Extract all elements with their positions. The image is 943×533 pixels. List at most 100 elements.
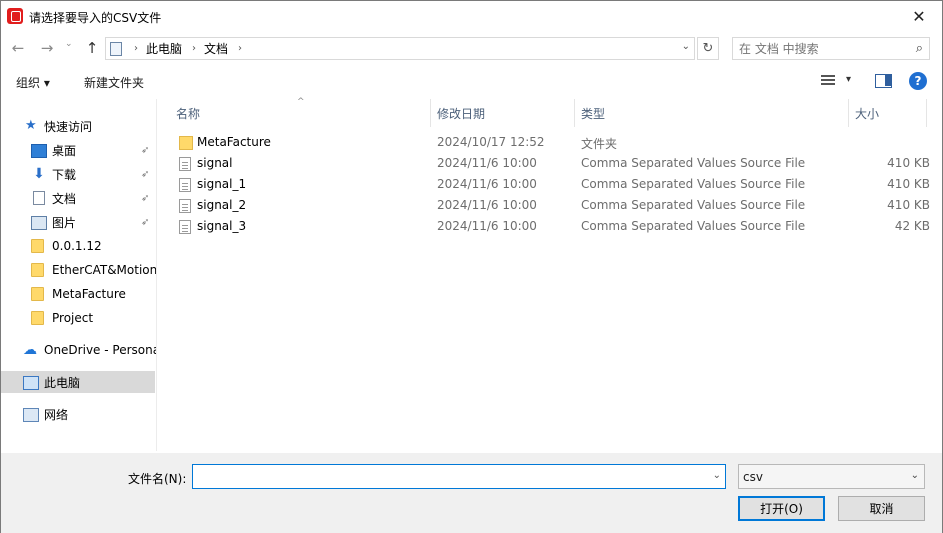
- address-row: ← → ⌄ ↑ › 此电脑 › 文档 › ⌄ ↻ ⌕: [1, 34, 942, 62]
- column-header-size[interactable]: 大小: [849, 99, 927, 127]
- address-dropdown-button[interactable]: ⌄: [682, 41, 690, 52]
- command-bar: 组织 ▾ 新建文件夹 ▾ ?: [1, 67, 942, 97]
- download-arrow-icon: ⬇: [33, 166, 45, 182]
- sidebar-item-folder[interactable]: Project: [1, 307, 155, 329]
- file-date: 2024/11/6 10:00: [437, 219, 537, 233]
- folder-icon: [31, 239, 44, 253]
- pictures-icon: [31, 216, 47, 230]
- pin-icon[interactable]: ➶: [141, 217, 149, 228]
- filename-label: 文件名(N):: [128, 472, 187, 486]
- refresh-button[interactable]: ↻: [697, 37, 719, 60]
- navigation-pane: ★ 快速访问 桌面 ➶ ⬇ 下载 ➶ 文档 ➶ 图片 ➶ 0.0.1.12 Et…: [1, 99, 157, 451]
- chevron-down-icon[interactable]: ⌄: [911, 470, 919, 481]
- sidebar-item-folder[interactable]: EtherCAT&Motion: [1, 259, 157, 281]
- sidebar-item-network[interactable]: 网络: [1, 403, 155, 425]
- sidebar-item-label: EtherCAT&Motion: [52, 263, 157, 277]
- file-date: 2024/11/6 10:00: [437, 156, 537, 170]
- file-date: 2024/10/17 12:52: [437, 135, 545, 149]
- pin-icon[interactable]: ➶: [141, 145, 149, 156]
- sidebar-item-label: Project: [52, 311, 94, 325]
- file-name: signal_3: [197, 219, 247, 233]
- sidebar-item-onedrive[interactable]: ☁ OneDrive - Persona: [1, 339, 157, 361]
- file-type: Comma Separated Values Source File: [581, 177, 806, 191]
- network-icon: [23, 408, 39, 422]
- chevron-down-icon[interactable]: ⌄: [713, 470, 721, 481]
- file-size: 410 KB: [887, 177, 930, 191]
- file-row[interactable]: signal 2024/11/6 10:00 Comma Separated V…: [170, 153, 940, 174]
- help-button[interactable]: ?: [909, 72, 927, 90]
- file-icon: [179, 199, 191, 213]
- file-row[interactable]: signal_3 2024/11/6 10:00 Comma Separated…: [170, 216, 940, 237]
- file-date: 2024/11/6 10:00: [437, 198, 537, 212]
- sidebar-item-downloads[interactable]: ⬇ 下载 ➶: [1, 163, 155, 185]
- sidebar-item-quick-access[interactable]: ★ 快速访问: [1, 115, 155, 137]
- column-header-date[interactable]: 修改日期: [431, 99, 575, 127]
- chevron-right-icon[interactable]: ›: [192, 43, 196, 54]
- file-size: 42 KB: [894, 219, 930, 233]
- this-pc-icon: [110, 41, 122, 56]
- sidebar-item-this-pc[interactable]: 此电脑: [1, 371, 155, 393]
- computer-icon: [23, 376, 39, 390]
- footer-panel: 文件名(N): ⌄ csv ⌄ 打开(O) 取消: [1, 453, 942, 533]
- file-name: signal: [197, 156, 233, 170]
- file-size: 410 KB: [887, 198, 930, 212]
- sidebar-item-label: 此电脑: [44, 375, 81, 390]
- view-options-dropdown[interactable]: ▾: [846, 74, 851, 85]
- organize-button[interactable]: 组织 ▾: [16, 74, 50, 91]
- search-input[interactable]: [739, 41, 899, 56]
- folder-icon: [31, 311, 44, 325]
- file-type: Comma Separated Values Source File: [581, 198, 806, 212]
- filetype-select[interactable]: csv ⌄: [738, 464, 925, 489]
- address-bar[interactable]: › 此电脑 › 文档 › ⌄: [105, 37, 695, 60]
- up-button[interactable]: ↑: [81, 37, 103, 59]
- star-icon: ★: [25, 118, 37, 133]
- file-row-folder[interactable]: MetaFacture 2024/10/17 12:52 文件夹: [170, 132, 940, 153]
- sidebar-item-label: OneDrive - Persona: [44, 343, 157, 357]
- sidebar-item-folder[interactable]: MetaFacture: [1, 283, 155, 305]
- file-icon: [179, 157, 191, 171]
- chevron-right-icon[interactable]: ›: [134, 43, 138, 54]
- sidebar-item-label: 快速访问: [44, 119, 93, 134]
- close-button[interactable]: ✕: [896, 1, 942, 32]
- sidebar-item-label: MetaFacture: [52, 287, 126, 301]
- cancel-button[interactable]: 取消: [838, 496, 925, 521]
- sidebar-item-label: 文档: [52, 191, 77, 206]
- window-title: 请选择要导入的CSV文件: [29, 11, 162, 25]
- sidebar-item-label: 网络: [44, 407, 69, 422]
- recent-locations-button[interactable]: ⌄: [65, 39, 73, 49]
- back-button[interactable]: ←: [7, 37, 29, 59]
- file-name: signal_2: [197, 198, 247, 212]
- forward-button[interactable]: →: [36, 37, 58, 59]
- file-row[interactable]: signal_2 2024/11/6 10:00 Comma Separated…: [170, 195, 940, 216]
- file-name: signal_1: [197, 177, 247, 191]
- filetype-value: csv: [743, 469, 763, 484]
- breadcrumb-this-pc[interactable]: 此电脑: [146, 40, 182, 57]
- file-type: Comma Separated Values Source File: [581, 156, 806, 170]
- pin-icon[interactable]: ➶: [141, 193, 149, 204]
- preview-pane-icon[interactable]: [875, 74, 892, 88]
- column-header-name[interactable]: 名称: [170, 99, 431, 127]
- file-open-dialog: 请选择要导入的CSV文件 ✕ ← → ⌄ ↑ › 此电脑 › 文档 › ⌄ ↻ …: [0, 0, 943, 533]
- search-icon[interactable]: ⌕: [916, 41, 923, 56]
- sidebar-item-desktop[interactable]: 桌面 ➶: [1, 139, 155, 161]
- breadcrumb-documents[interactable]: 文档: [204, 40, 228, 57]
- sidebar-item-folder[interactable]: 0.0.1.12: [1, 235, 155, 257]
- file-row[interactable]: signal_1 2024/11/6 10:00 Comma Separated…: [170, 174, 940, 195]
- filename-combobox[interactable]: ⌄: [192, 464, 726, 489]
- new-folder-button[interactable]: 新建文件夹: [84, 74, 144, 91]
- open-button[interactable]: 打开(O): [738, 496, 825, 521]
- sidebar-item-pictures[interactable]: 图片 ➶: [1, 211, 155, 233]
- file-type: 文件夹: [581, 137, 618, 151]
- sidebar-item-label: 图片: [52, 215, 77, 230]
- sidebar-item-label: 桌面: [52, 143, 77, 158]
- column-header-type[interactable]: 类型: [575, 99, 849, 127]
- app-icon: [7, 8, 23, 24]
- pin-icon[interactable]: ➶: [141, 169, 149, 180]
- view-options-icon[interactable]: [821, 75, 835, 87]
- file-icon: [179, 220, 191, 234]
- folder-icon: [179, 136, 193, 150]
- sidebar-item-documents[interactable]: 文档 ➶: [1, 187, 155, 209]
- filename-input[interactable]: [193, 466, 703, 487]
- search-box[interactable]: ⌕: [732, 37, 930, 60]
- chevron-right-icon[interactable]: ›: [238, 43, 242, 54]
